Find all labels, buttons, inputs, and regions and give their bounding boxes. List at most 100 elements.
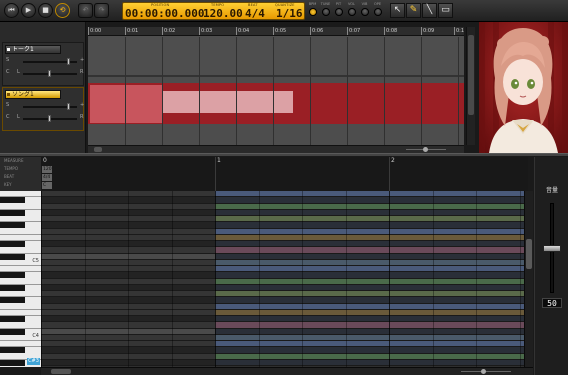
timeline-vertical-scrollbar[interactable]: [466, 27, 475, 145]
ruler-mark: 0:06: [310, 27, 324, 35]
black-key[interactable]: [0, 297, 25, 304]
track-header-song[interactable]: ソング1 S C L + R: [2, 87, 84, 131]
rewind-button[interactable]: ⏮: [4, 3, 19, 18]
track-name-talk[interactable]: トーク1: [5, 45, 61, 54]
song-clip-active[interactable]: [90, 85, 163, 123]
tempo-value[interactable]: 120.00: [203, 8, 243, 20]
measure-line: [389, 157, 390, 191]
beat-value[interactable]: 4/4: [245, 8, 265, 20]
pan-left-label: L: [17, 69, 20, 75]
lcd-display: POSITION 00:00:00.000 TEMPO 120.00 BEAT …: [122, 2, 305, 20]
mode-ope[interactable]: OPE: [372, 2, 383, 16]
scroll-thumb[interactable]: [468, 35, 474, 115]
track-header-talk[interactable]: トーク1 S C L + R: [2, 42, 84, 86]
timeline-gridline: [384, 37, 385, 145]
piano-keyboard[interactable]: C5 C4 C#3: [0, 191, 41, 367]
black-key[interactable]: [0, 284, 25, 291]
line-tool-icon[interactable]: ╲: [422, 3, 437, 18]
eraser-tool-icon[interactable]: ▭: [438, 3, 453, 18]
lock-button[interactable]: C: [6, 69, 10, 75]
mode-vol[interactable]: VOL: [346, 2, 357, 16]
timeline-gridline: [236, 37, 237, 145]
pencil-tool-icon[interactable]: ✎: [406, 3, 421, 18]
scroll-thumb[interactable]: [94, 147, 102, 152]
key-marker[interactable]: C: [42, 182, 52, 189]
ruler-mark: 0:02: [162, 27, 176, 35]
track-timeline[interactable]: [88, 27, 464, 145]
black-key[interactable]: [0, 347, 25, 354]
zoom-slider-knob[interactable]: [481, 369, 486, 374]
track-pan-knob[interactable]: [48, 115, 51, 122]
zoom-slider[interactable]: [461, 371, 511, 372]
black-key[interactable]: [0, 328, 25, 335]
white-key-edge[interactable]: [0, 308, 41, 310]
black-key[interactable]: [0, 222, 25, 229]
black-key[interactable]: [0, 253, 25, 260]
track-name-talk-label: トーク1: [12, 46, 34, 53]
beat-marker[interactable]: 4/4: [42, 174, 52, 181]
track-pan-knob[interactable]: [48, 70, 51, 77]
track-header-panel: トーク1 S C L + R ソング1 S C L + R: [0, 22, 86, 153]
ruler-mark: 0:00: [88, 27, 102, 35]
mode-bpm[interactable]: BPM: [307, 2, 318, 16]
solo-button[interactable]: S: [6, 57, 9, 63]
scroll-thumb[interactable]: [51, 369, 71, 374]
timeline-gridline: [310, 37, 311, 145]
key-label-c4: C4: [32, 333, 39, 339]
timeline-horizontal-scrollbar[interactable]: [88, 145, 464, 153]
redo-button[interactable]: ↷: [94, 3, 109, 18]
mode-tune-knob[interactable]: [321, 8, 330, 16]
white-key-edge[interactable]: [0, 233, 41, 235]
mode-vol-knob[interactable]: [347, 8, 356, 16]
character-portrait: [479, 22, 568, 153]
volume-value[interactable]: 50: [542, 298, 562, 308]
ruler-mark: 0:05: [273, 27, 287, 35]
tempo-marker[interactable]: 120: [42, 166, 52, 173]
mode-bpm-knob[interactable]: [308, 8, 317, 16]
main-toolbar: ⏮ ▶ ■ ⟲ ↶ ↷ POSITION 00:00:00.000 TEMPO …: [0, 0, 568, 22]
white-key-edge[interactable]: [0, 340, 41, 341]
note-row[interactable]: [41, 359, 524, 366]
piano-roll-vertical-scrollbar[interactable]: [524, 191, 533, 367]
pan-right-label: R: [80, 69, 84, 75]
solo-button[interactable]: S: [6, 102, 9, 108]
position-value[interactable]: 00:00:00.000: [125, 8, 204, 20]
black-key[interactable]: [0, 316, 25, 322]
scroll-thumb[interactable]: [526, 239, 532, 269]
track-volume-knob[interactable]: [67, 58, 70, 65]
play-button[interactable]: ▶: [21, 3, 36, 18]
loop-button[interactable]: ⟲: [55, 3, 70, 18]
black-key[interactable]: [0, 272, 25, 279]
white-key-edge[interactable]: [0, 265, 41, 266]
zoom-slider-knob[interactable]: [423, 147, 428, 152]
black-key[interactable]: [0, 209, 25, 216]
track-lane-talk[interactable]: [88, 36, 464, 77]
stop-button[interactable]: ■: [38, 3, 53, 18]
pointer-tool-icon[interactable]: ↖: [390, 3, 405, 18]
mode-vib[interactable]: VIB: [359, 2, 370, 16]
pane-divider[interactable]: [0, 153, 568, 156]
measure-number: 1: [217, 157, 221, 164]
track-name-song[interactable]: ソング1: [5, 90, 61, 99]
mode-pit-knob[interactable]: [334, 8, 343, 16]
note-grid[interactable]: [41, 191, 524, 367]
mode-tune[interactable]: TUNE: [320, 2, 331, 16]
black-key[interactable]: [0, 241, 25, 247]
undo-button[interactable]: ↶: [78, 3, 93, 18]
mode-ope-knob[interactable]: [373, 8, 382, 16]
volume-knob[interactable]: [543, 245, 561, 252]
mode-pit[interactable]: PIT: [333, 2, 344, 16]
black-key[interactable]: [0, 359, 25, 366]
track-indicator-icon: [7, 48, 10, 51]
timeline-gridline: [347, 37, 348, 145]
property-rows[interactable]: 0 1 2 120 4/4 C: [41, 157, 528, 191]
piano-roll-horizontal-scrollbar[interactable]: [41, 367, 533, 375]
mode-vib-knob[interactable]: [360, 8, 369, 16]
black-key[interactable]: [0, 197, 25, 204]
quantize-value[interactable]: 1/16: [276, 8, 303, 20]
track-volume-knob[interactable]: [67, 103, 70, 110]
beat-line: [302, 191, 303, 367]
lock-button[interactable]: C: [6, 114, 10, 120]
ruler-mark: 0:03: [199, 27, 213, 35]
time-ruler[interactable]: 0:00 0:01 0:02 0:03 0:04 0:05 0:06 0:07 …: [88, 27, 464, 36]
